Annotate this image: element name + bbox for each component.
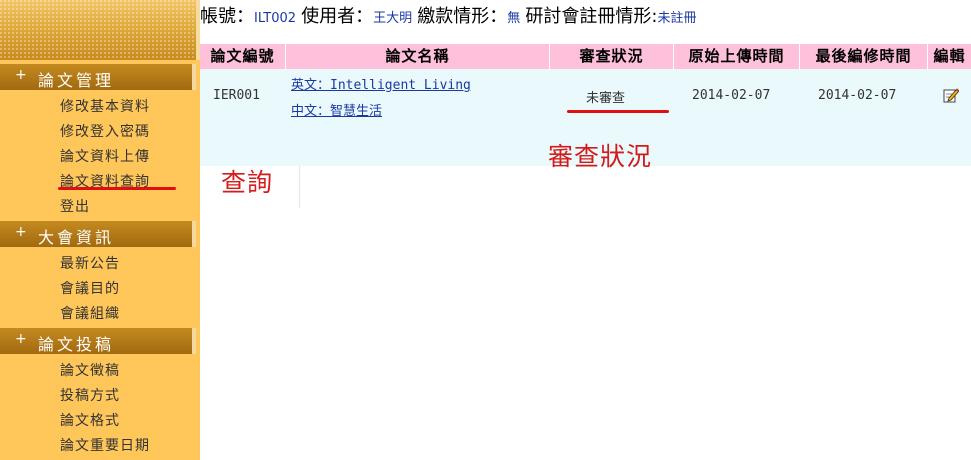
column-header-modified: 最後編修時間 [800,44,928,69]
plus-icon: + [15,331,27,347]
column-header-edit: 編輯 [928,44,971,69]
plus-icon: + [15,67,27,83]
account-label: 帳號： [200,6,254,27]
section-title: 論文管理 [38,71,115,90]
highlight-underline-status [567,110,669,113]
section-header-paper-submission[interactable]: + 論文投稿 [0,328,196,354]
menu-item-paper-format[interactable]: 論文格式 [60,410,120,430]
column-header-id: 論文編號 [200,44,286,69]
highlight-underline-query [58,187,176,190]
sidebar: + 論文管理 修改基本資料 修改登入密碼 論文資料上傳 論文資料查詢 登出 + … [0,0,200,460]
logo-banner [0,0,200,60]
section-header-paper-management[interactable]: + 論文管理 [0,64,196,90]
account-value: ILT002 [254,11,297,26]
annotation-review-status: 審查狀況 [548,142,653,171]
section-title: 論文投稿 [38,335,115,354]
modified-date: 2014-02-07 [818,88,897,103]
review-status: 未審查 [586,91,626,106]
menu-item-news[interactable]: 最新公告 [60,253,120,273]
payment-value: 無 [507,11,521,26]
paper-title-zh-link[interactable]: 中文：智慧生活 [291,100,382,119]
annotation-query: 查詢 [221,168,274,197]
plus-icon: + [15,224,27,240]
user-info-bar: 帳號：ILT002 使用者：王大明 繳款情形：無 研討會註冊情形:未註冊 [200,2,697,27]
divider [299,160,300,208]
menu-item-purpose[interactable]: 會議目的 [60,278,120,298]
menu-item-organization[interactable]: 會議組織 [60,303,120,323]
section-title: 大會資訊 [38,228,115,247]
column-header-status: 審查狀況 [550,44,674,69]
section-header-conference-info[interactable]: + 大會資訊 [0,221,196,247]
registration-label: 研討會註冊情形: [525,6,658,27]
menu-item-edit-profile[interactable]: 修改基本資料 [60,96,150,116]
menu-item-logout[interactable]: 登出 [60,196,90,216]
column-header-uploaded: 原始上傳時間 [674,44,800,69]
pencil-edit-icon[interactable] [943,87,959,103]
menu-item-call-for-papers[interactable]: 論文徵稿 [60,360,120,380]
user-value: 王大明 [373,11,413,26]
menu-item-upload-paper[interactable]: 論文資料上傳 [60,146,150,166]
registration-value: 未註冊 [657,11,697,26]
paper-id: IER001 [213,88,260,103]
menu-item-change-password[interactable]: 修改登入密碼 [60,121,150,141]
payment-label: 繳款情形： [417,6,508,27]
paper-title-en-link[interactable]: 英文：Intelligent Living [291,74,471,93]
upload-date: 2014-02-07 [692,88,771,103]
menu-item-submission-method[interactable]: 投稿方式 [60,385,120,405]
user-label: 使用者： [301,6,374,27]
menu-item-important-dates[interactable]: 論文重要日期 [60,435,150,455]
column-header-title: 論文名稱 [286,44,550,69]
